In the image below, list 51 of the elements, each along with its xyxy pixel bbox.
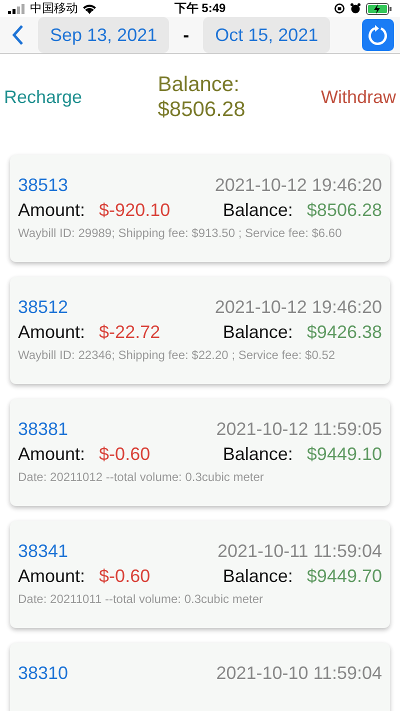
transaction-id: 38310 (18, 663, 68, 684)
balance-label: Balance: (222, 322, 293, 343)
transaction-id: 38512 (18, 297, 68, 318)
amount-value: $-0.60 (99, 566, 150, 587)
transaction-detail: Waybill ID: 22346; Shipping fee: $22.20 ; Service fee: $0.52 (18, 348, 336, 362)
rotation-lock-icon (334, 3, 346, 14)
balance-label: Balance: (222, 566, 293, 587)
transaction-detail: Waybill ID: 29989; Shipping fee: $913.50 ; Service fee: $6.60 (18, 226, 343, 240)
chevron-left-icon (12, 24, 24, 46)
transaction-detail: Date: 20211012 --total volume: 0.3cubic meter (18, 470, 265, 484)
recharge-link[interactable]: Recharge (4, 86, 82, 108)
balance-value: $9449.70 (306, 566, 382, 587)
balance-value: $8506.28 (306, 200, 382, 221)
transaction-id: 38341 (18, 541, 68, 562)
clock-time: 下午 5:49 (174, 0, 226, 17)
transaction-card[interactable]: 38512 2021-10-12 19:46:20 Amount: $-22.72 Balance: $9426.38 Waybill ID: 22346; Shipping fee: $22.20 ; Service fee: $0.52 (10, 277, 390, 384)
alarm-icon (350, 3, 362, 14)
balance-value: $9426.38 (306, 322, 382, 343)
balance-value: $9449.10 (306, 444, 382, 465)
transaction-card[interactable]: 38341 2021-10-11 11:59:04 Amount: $-0.60 Balance: $9449.70 Date: 20211011 --total volume: 0.3cubic meter (10, 521, 390, 628)
transaction-time: 2021-10-11 11:59:04 (218, 541, 382, 562)
transaction-time: 2021-10-12 19:46:20 (214, 297, 382, 318)
transaction-card[interactable]: 38310 2021-10-10 11:59:04 (10, 643, 390, 711)
amount-label: Amount: (18, 566, 86, 587)
transaction-detail: Date: 20211011 --total volume: 0.3cubic meter (18, 592, 264, 606)
amount-value: $-0.60 (99, 444, 150, 465)
carrier-name: 中国移动 (30, 0, 78, 17)
signal-icon (8, 4, 26, 14)
balance-label: Balance: (158, 72, 240, 97)
wifi-icon (82, 3, 97, 14)
amount-value: $-920.10 (99, 200, 170, 221)
transaction-time: 2021-10-12 19:46:20 (214, 175, 382, 196)
transaction-card[interactable]: 38381 2021-10-12 11:59:05 Amount: $-0.60 Balance: $9449.10 Date: 20211012 --total volume: 0.3cubic meter (10, 399, 390, 506)
amount-value: $-22.72 (99, 322, 160, 343)
transaction-time: 2021-10-12 11:59:05 (216, 419, 382, 440)
amount-label: Amount: (18, 322, 86, 343)
balance-value: $8506.28 (158, 97, 246, 122)
start-date-button[interactable]: Sep 13, 2021 (38, 17, 170, 53)
withdraw-link[interactable]: Withdraw (320, 86, 396, 108)
transaction-time: 2021-10-10 11:59:04 (216, 663, 382, 684)
amount-label: Amount: (18, 444, 86, 465)
transaction-id: 38381 (18, 419, 68, 440)
refresh-button[interactable] (362, 19, 394, 51)
refresh-icon (367, 24, 389, 46)
balance-label: Balance: (222, 200, 293, 221)
amount-label: Amount: (18, 200, 86, 221)
transaction-id: 38513 (18, 175, 68, 196)
transaction-card[interactable]: 38513 2021-10-12 19:46:20 Amount: $-920.10 Balance: $8506.28 Waybill ID: 29989; Shipping fee: $913.50 ; Service fee: $6.60 (10, 155, 390, 262)
date-separator: - (182, 24, 190, 46)
end-date-button[interactable]: Oct 15, 2021 (203, 17, 330, 53)
balance-label: Balance: (222, 444, 293, 465)
